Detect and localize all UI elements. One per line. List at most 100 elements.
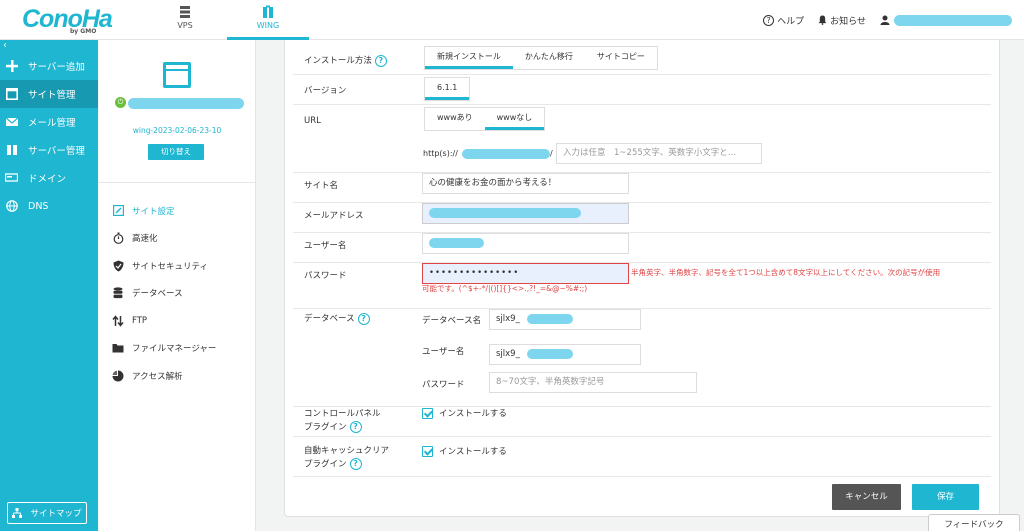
row-control-panel-plugin: コントロールパネル プラグイン? インストールする bbox=[293, 407, 991, 437]
subnav-item-label: サイト設定 bbox=[132, 206, 175, 217]
url-path-input[interactable]: 入力は任意 1~255文字、英数字小文字と… bbox=[556, 143, 762, 164]
subnav-item-database[interactable]: データベース bbox=[99, 280, 255, 308]
subnav-item-label: 高速化 bbox=[132, 234, 158, 245]
url-label: URL bbox=[304, 116, 321, 126]
auto-cache-install-checkbox[interactable]: インストールする bbox=[422, 445, 507, 459]
subnav-item-file-manager[interactable]: ファイルマネージャー bbox=[99, 335, 255, 363]
current-site-box: ⏻ wing-2023-02-06-23-10 切り替え bbox=[99, 40, 255, 183]
help-icon[interactable]: ? bbox=[374, 54, 387, 67]
row-database: データベース? データベース名 sjlx9_ ユーザー名 sjlx9_ パスワー… bbox=[293, 309, 991, 407]
bell-icon bbox=[818, 15, 827, 25]
conoha-logo[interactable]: ConoHa by GMO bbox=[22, 3, 114, 37]
redacted-db-user bbox=[526, 348, 573, 359]
help-label: ヘルプ bbox=[777, 16, 805, 27]
checkbox-label: インストールする bbox=[439, 447, 507, 457]
help-icon[interactable]: ? bbox=[349, 458, 362, 470]
checkbox-checked-icon bbox=[422, 446, 433, 457]
control-panel-label-wrap: コントロールパネル プラグイン? bbox=[304, 408, 381, 435]
service-tab-label: WING bbox=[256, 21, 280, 30]
username-input[interactable] bbox=[422, 233, 629, 254]
feedback-button[interactable]: フィードバック bbox=[928, 514, 1020, 531]
subnav-item-access-analytics[interactable]: アクセス解析 bbox=[99, 362, 255, 390]
sidebar-item-label: サーバー追加 bbox=[28, 62, 85, 73]
db-prefix: sjlx9_ bbox=[496, 314, 520, 324]
sidebar-item-dns[interactable]: DNS bbox=[0, 192, 98, 220]
db-name-input[interactable]: sjlx9_ bbox=[489, 309, 641, 330]
sidebar-item-site-management[interactable]: サイト管理 bbox=[0, 80, 98, 108]
subnav-item-site-settings[interactable]: サイト設定 bbox=[99, 197, 255, 225]
site-icon bbox=[5, 88, 18, 101]
tab-site-copy[interactable]: サイトコピー bbox=[585, 47, 657, 69]
username-label: ユーザー名 bbox=[304, 241, 347, 251]
collapse-sidebar-button[interactable]: ‹ bbox=[0, 40, 98, 52]
tab-new-install[interactable]: 新規インストール bbox=[425, 47, 513, 69]
domain-icon bbox=[5, 172, 18, 185]
sitemap-button[interactable]: サイトマップ bbox=[7, 502, 87, 524]
service-tab-wing[interactable]: WING bbox=[227, 0, 309, 40]
sidebar-item-mail-management[interactable]: メール管理 bbox=[0, 108, 98, 136]
cancel-button[interactable]: キャンセル bbox=[832, 484, 901, 510]
subnav-item-speed[interactable]: 高速化 bbox=[99, 225, 255, 253]
site-name-label: サイト名 bbox=[304, 181, 339, 191]
password-input[interactable]: ••••••••••••••• bbox=[422, 263, 629, 284]
email-label: メールアドレス bbox=[304, 211, 364, 221]
mail-icon bbox=[5, 116, 18, 129]
db-user-label: ユーザー名 bbox=[422, 347, 465, 357]
user-menu[interactable] bbox=[880, 14, 1012, 26]
redacted-site-domain bbox=[128, 98, 244, 109]
sidebar-item-label: サーバー管理 bbox=[28, 146, 85, 157]
row-username: ユーザー名 bbox=[293, 233, 991, 263]
tab-www-no[interactable]: wwwなし bbox=[484, 108, 545, 130]
top-bar: ConoHa by GMO VPS WING ? ヘルプ お知らせ bbox=[0, 0, 1024, 40]
sidebar-item-server-management[interactable]: サーバー管理 bbox=[0, 136, 98, 164]
transfer-icon bbox=[112, 315, 124, 327]
help-icon[interactable]: ? bbox=[349, 421, 362, 433]
auto-cache-label-line2: プラグイン bbox=[304, 459, 347, 470]
subnav-item-ftp[interactable]: FTP bbox=[99, 307, 255, 335]
main-sidebar: ‹ サーバー追加 サイト管理 メール管理 サーバー管理 ドメイン DNS サイト… bbox=[0, 40, 98, 531]
switch-site-button[interactable]: 切り替え bbox=[148, 144, 204, 160]
site-name-input[interactable]: 心の健康をお金の面から考える！ bbox=[422, 173, 629, 194]
sidebar-item-add-server[interactable]: サーバー追加 bbox=[0, 52, 98, 80]
help-icon[interactable]: ? bbox=[357, 312, 370, 325]
subnav-item-security[interactable]: サイトセキュリティ bbox=[99, 252, 255, 280]
help-icon: ? bbox=[763, 14, 775, 26]
install-method-tabs: 新規インストール かんたん移行 サイトコピー bbox=[424, 46, 658, 70]
db-password-input[interactable]: 8~70文字、半角英数字記号 bbox=[489, 372, 697, 393]
db-user-prefix: sjlx9_ bbox=[496, 349, 520, 359]
redacted-domain bbox=[462, 149, 550, 159]
sidebar-item-domain[interactable]: ドメイン bbox=[0, 164, 98, 192]
site-window-icon bbox=[163, 62, 191, 88]
shield-icon bbox=[112, 260, 124, 272]
service-tab-vps[interactable]: VPS bbox=[160, 0, 210, 40]
site-subnav-panel: ⏻ wing-2023-02-06-23-10 切り替え サイト設定 高速化 サ… bbox=[99, 40, 256, 531]
row-install-method: インストール方法? 新規インストール かんたん移行 サイトコピー bbox=[293, 40, 991, 75]
save-button[interactable]: 保存 bbox=[912, 484, 979, 510]
sitemap-icon bbox=[12, 508, 23, 518]
auto-cache-label-line1: 自動キャッシュクリア bbox=[304, 446, 390, 456]
database-label: データベース bbox=[304, 314, 355, 324]
subnav-item-label: サイトセキュリティ bbox=[132, 261, 208, 272]
subnav-item-label: FTP bbox=[132, 315, 148, 326]
help-link[interactable]: ? ヘルプ bbox=[763, 14, 804, 27]
subnav-item-label: データベース bbox=[132, 289, 183, 300]
url-prefix: http(s):// bbox=[423, 149, 458, 158]
control-panel-install-checkbox[interactable]: インストールする bbox=[422, 407, 507, 421]
db-password-label: パスワード bbox=[422, 380, 465, 390]
control-panel-label-line2: プラグイン bbox=[304, 422, 347, 433]
plus-icon bbox=[5, 60, 18, 73]
password-error-line1: 半角英字、半角数字、記号を全て1つ以上含めて8文字以上にしてください。次の記号が… bbox=[631, 268, 941, 277]
tab-easy-migration[interactable]: かんたん移行 bbox=[513, 47, 585, 69]
subnav-item-label: アクセス解析 bbox=[132, 371, 183, 382]
row-site-name: サイト名 心の健康をお金の面から考える！ bbox=[293, 173, 991, 203]
control-panel-label-line1: コントロールパネル bbox=[304, 409, 381, 419]
url-slash: / bbox=[550, 149, 553, 158]
notice-link[interactable]: お知らせ bbox=[818, 14, 866, 27]
sidebar-item-label: DNS bbox=[28, 200, 49, 212]
version-option[interactable]: 6.1.1 bbox=[425, 78, 470, 100]
tab-www-yes[interactable]: wwwあり bbox=[425, 108, 485, 130]
db-user-input[interactable]: sjlx9_ bbox=[489, 344, 641, 365]
version-select: 6.1.1 bbox=[424, 77, 471, 101]
email-input[interactable] bbox=[422, 203, 629, 224]
password-error-line2: 可能です。(^$+-*/|()[]{}<>.,?!_=&@~%#:;) bbox=[422, 284, 588, 293]
